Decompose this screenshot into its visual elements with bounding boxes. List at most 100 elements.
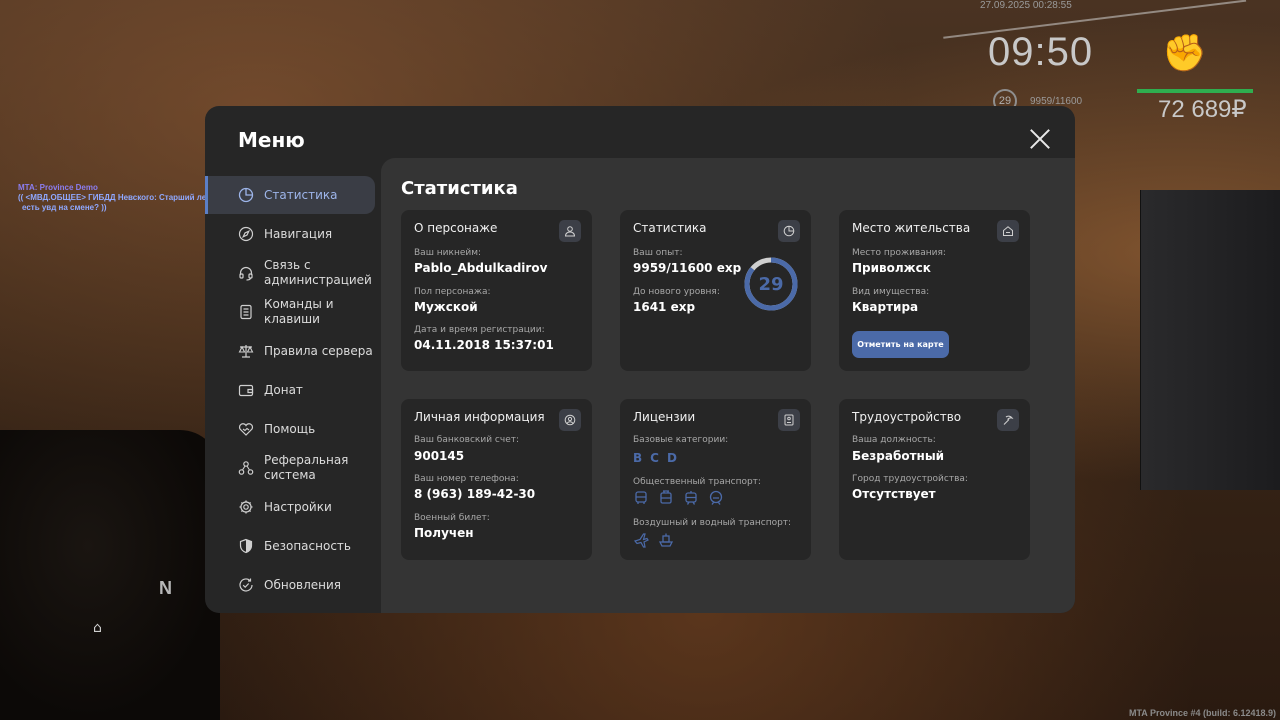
sidebar-item-help[interactable]: Помощь [205, 410, 375, 448]
card-residence: Место жительства Место проживания: Приво… [839, 210, 1030, 371]
sidebar-item-label: Статистика [264, 187, 338, 202]
sidebar-item-navigation[interactable]: Навигация [205, 215, 375, 253]
gender-value: Мужской [414, 300, 478, 314]
card-statistics: Статистика Ваш опыт: 9959/11600 exp До н… [620, 210, 811, 371]
chart-pie-icon [238, 187, 254, 203]
user-circle-icon [559, 409, 581, 431]
card-title: Статистика [633, 221, 707, 235]
sidebar-item-label: Навигация [264, 226, 333, 241]
headset-icon [239, 266, 253, 281]
exp-value: 9959/11600 exp [633, 261, 742, 275]
bus-icon [635, 491, 647, 504]
next-level-label: До нового уровня: [633, 287, 720, 297]
content-panel: Статистика О персонаже Ваш никнейм: Pabl… [381, 158, 1075, 613]
page-title: Статистика [401, 178, 518, 199]
sidebar-item-updates[interactable]: Обновления [205, 566, 375, 604]
license-category: C [650, 451, 659, 465]
boat-icon [658, 533, 674, 547]
wallet-icon [238, 384, 254, 397]
registration-label: Дата и время регистрации: [414, 325, 545, 335]
work-city-label: Город трудоустройства: [852, 474, 968, 484]
id-card-icon [778, 409, 800, 431]
fist-icon: ✊ [1162, 33, 1207, 74]
sidebar-item-label: Обновления [264, 577, 342, 592]
sidebar-item-referral[interactable]: Реферальная система [205, 449, 375, 487]
build-info: MTA Province #4 (build: 6.12418.9) [1128, 708, 1276, 718]
sidebar-item-label: Настройки [264, 499, 332, 514]
sidebar-item-label: Безопасность [264, 538, 351, 553]
card-employment: Трудоустройство Ваша должность: Безработ… [839, 399, 1030, 560]
refresh-check-icon [239, 578, 253, 592]
registration-value: 04.11.2018 15:37:01 [414, 338, 554, 352]
close-icon[interactable] [1029, 128, 1051, 150]
compass-icon [238, 226, 254, 242]
sidebar-item-security[interactable]: Безопасность [205, 527, 375, 565]
compass-north: N [159, 578, 172, 598]
position-value: Безработный [852, 449, 945, 463]
network-icon [238, 461, 254, 475]
public-transport-icons [633, 490, 724, 506]
wall-panel [1140, 190, 1280, 490]
house-marker-icon: ⌂ [93, 620, 102, 636]
sidebar-item-label: Донат [264, 382, 303, 397]
sidebar-item-label: Команды и клавиши [264, 297, 334, 326]
card-title: Место жительства [852, 221, 971, 235]
metro-icon [709, 490, 723, 505]
next-level-value: 1641 exp [633, 300, 696, 314]
scales-icon [238, 345, 254, 358]
hud-clock: 09:50 [988, 30, 1094, 74]
position-label: Ваша должность: [852, 435, 936, 445]
license-categories: B C D [633, 451, 677, 465]
sidebar-item-rules[interactable]: Правила сервера [205, 332, 375, 370]
shield-icon [239, 538, 253, 554]
sidebar-item-admin-contact[interactable]: Связь с администрацией [205, 254, 375, 292]
license-category: B [633, 451, 643, 465]
bank-account-label: Ваш банковский счет: [414, 435, 520, 445]
document-icon [240, 304, 252, 320]
card-licenses: Лицензии Базовые категории: B C D Общест… [620, 399, 811, 560]
sidebar-item-label: Связь с администрацией [264, 258, 372, 287]
user-icon [559, 220, 581, 242]
property-type-value: Квартира [852, 300, 919, 314]
nickname-label: Ваш никнейм: [414, 248, 482, 258]
hud-money: 72 689₽ [1158, 96, 1247, 123]
sidebar-item-statistics[interactable]: Статистика [205, 176, 375, 214]
sidebar-item-label: Правила сервера [264, 343, 373, 358]
military-id-label: Военный билет: [414, 513, 490, 523]
sidebar-item-donate[interactable]: Донат [205, 371, 375, 409]
work-city-value: Отсутствует [852, 487, 936, 501]
air-water-transport-icons [633, 532, 674, 548]
menu-title: Меню [238, 128, 305, 152]
card-character: О персонаже Ваш никнейм: Pablo_Abdulkadi… [401, 210, 592, 371]
gender-label: Пол персонажа: [414, 287, 491, 297]
hud-health-bar [1137, 89, 1253, 93]
card-title: О персонаже [414, 221, 498, 235]
phone-label: Ваш номер телефона: [414, 474, 519, 484]
sidebar-item-settings[interactable]: Настройки [205, 488, 375, 526]
sidebar-item-commands[interactable]: Команды и клавиши [205, 293, 375, 331]
card-title: Лицензии [633, 410, 696, 424]
residence-value: Приволжск [852, 261, 931, 275]
pickaxe-icon [997, 409, 1019, 431]
air-water-transport-label: Воздушный и водный транспорт: [633, 518, 792, 528]
license-category: D [666, 451, 677, 465]
sidebar-item-label: Реферальная система [264, 453, 349, 482]
property-type-label: Вид имущества: [852, 287, 930, 297]
sidebar-item-label: Помощь [264, 421, 316, 436]
bank-account-value: 900145 [414, 449, 465, 463]
phone-value: 8 (963) 189-42-30 [414, 487, 536, 501]
clock-pie-icon [778, 220, 800, 242]
base-categories-label: Базовые категории: [633, 435, 729, 445]
handshake-heart-icon [238, 423, 254, 436]
level-number: 29 [758, 273, 784, 295]
hud-datetime: 27.09.2025 00:28:55 [980, 0, 1072, 11]
airplane-icon [633, 533, 649, 548]
residence-label: Место проживания: [852, 248, 946, 258]
public-transport-label: Общественный транспорт: [633, 477, 761, 487]
exp-label: Ваш опыт: [633, 248, 683, 258]
mark-on-map-button[interactable]: Отметить на карте [852, 331, 949, 358]
tram-icon [685, 491, 697, 505]
card-title: Личная информация [414, 410, 545, 424]
menu-window: Меню Статистика Навигация Связь с админи… [205, 106, 1075, 613]
dark-furniture [0, 430, 220, 720]
